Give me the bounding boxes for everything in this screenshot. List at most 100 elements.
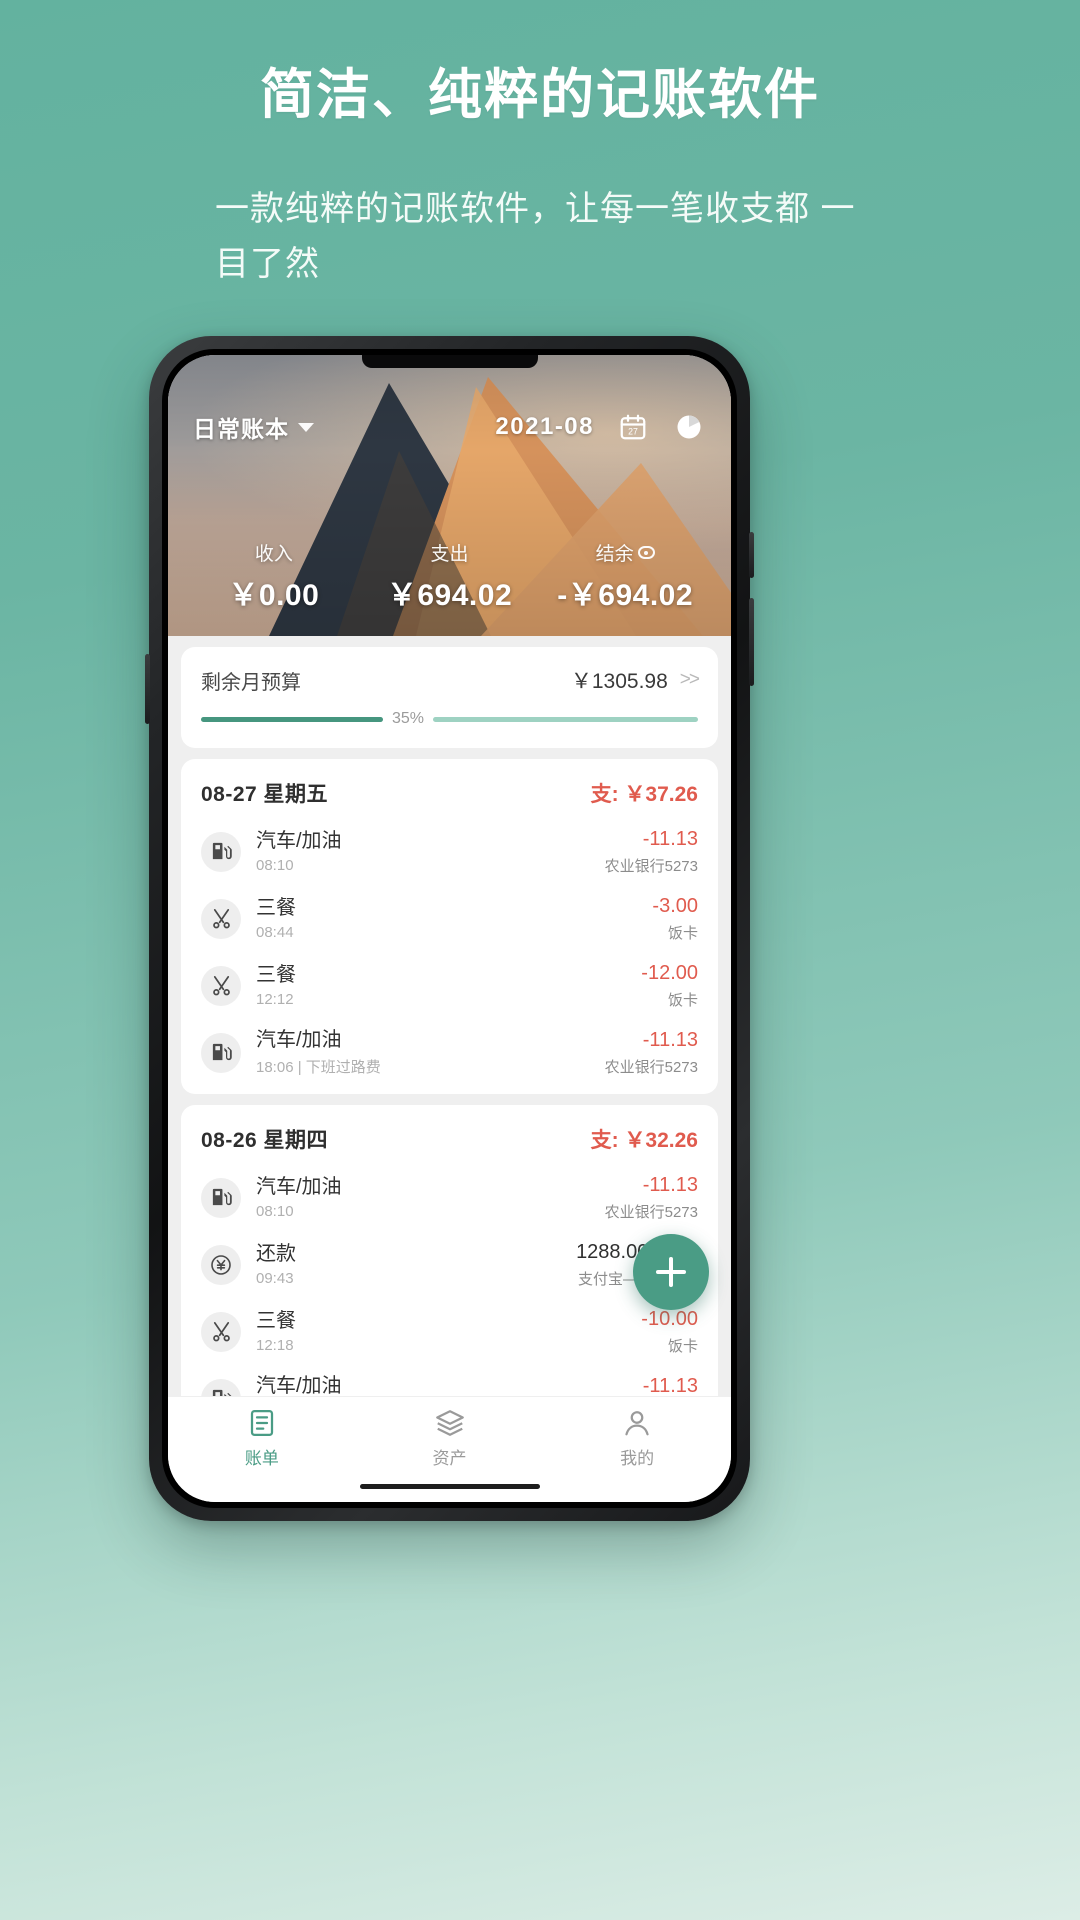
summary-balance-label-wrap: 结余 xyxy=(537,539,713,566)
summary-row: 收入 ￥0.00 支出 ￥694.02 结余 -￥694.02 xyxy=(168,539,731,614)
transaction-account: 饭卡 xyxy=(667,1338,698,1355)
volume-up-button[interactable] xyxy=(749,532,754,578)
day-header: 08-26 星期四 支: ￥32.26 xyxy=(181,1105,718,1164)
chevron-down-icon xyxy=(298,422,314,432)
transaction-row[interactable]: 汽车/加油 18:06 | 下班过路费 -11.13 农业银行5273 xyxy=(181,1019,718,1086)
summary-expense: 支出 ￥694.02 xyxy=(362,539,538,614)
summary-income: 收入 ￥0.00 xyxy=(186,539,362,614)
summary-balance: 结余 -￥694.02 xyxy=(537,539,713,614)
transaction-time: 08:44 xyxy=(256,924,294,941)
tab-assets-label: 资产 xyxy=(432,1449,467,1468)
year-month-label[interactable]: 2021-08 xyxy=(495,413,594,441)
tab-profile[interactable]: 我的 xyxy=(543,1408,731,1469)
transaction-category: 还款 xyxy=(256,1243,296,1265)
eye-toggle-icon[interactable] xyxy=(637,546,655,559)
chevron-right-icon[interactable]: >> xyxy=(680,669,700,691)
person-icon xyxy=(625,1411,649,1436)
power-button[interactable] xyxy=(749,598,754,686)
phone-bezel: 日常账本 2021-08 27 收入 ￥0.00 支出 ￥694.02 结余 -… xyxy=(162,349,737,1508)
calendar-27-icon[interactable]: 27 xyxy=(616,410,650,444)
budget-card[interactable]: 剩余月预算 ￥1305.98 >> 35% xyxy=(181,647,718,748)
phone-frame: 日常账本 2021-08 27 收入 ￥0.00 支出 ￥694.02 结余 -… xyxy=(145,336,754,1521)
bottom-navigation: 账单 资产 我的 xyxy=(168,1396,731,1502)
day-total: 支: ￥37.26 xyxy=(590,783,698,806)
transaction-time: 12:18 xyxy=(256,1337,294,1354)
transaction-row[interactable]: 三餐 12:12 -12.00 饭卡 xyxy=(181,952,718,1019)
transaction-note: 18:06 | 下班过路费 xyxy=(256,1059,381,1076)
layers-icon xyxy=(435,1410,464,1436)
ledger-selector[interactable]: 日常账本 xyxy=(193,410,314,444)
page-subtitle: 一款纯粹的记账软件，让每一笔收支都 一目了然 xyxy=(215,189,856,283)
fuel-pump-icon xyxy=(201,831,241,872)
day-total: 支: ￥32.26 xyxy=(590,1129,698,1152)
tab-assets[interactable]: 资产 xyxy=(356,1408,544,1469)
add-transaction-button[interactable] xyxy=(633,1234,709,1310)
transaction-account: 饭卡 xyxy=(667,992,698,1009)
transaction-account: 饭卡 xyxy=(667,925,698,942)
budget-progress-track xyxy=(433,716,698,722)
transaction-category: 汽车/加油 xyxy=(256,1375,342,1396)
phone-screen: 日常账本 2021-08 27 收入 ￥0.00 支出 ￥694.02 结余 -… xyxy=(168,355,731,1502)
transaction-category: 三餐 xyxy=(256,1310,296,1332)
fuel-pump-icon xyxy=(201,1177,241,1218)
transaction-amount: -10.00 xyxy=(641,1308,698,1330)
day-date: 08-26 星期四 xyxy=(201,1129,329,1152)
day-header: 08-27 星期五 支: ￥37.26 xyxy=(181,759,718,818)
content-scroll[interactable]: 剩余月预算 ￥1305.98 >> 35% 08-27 星期五 支: ￥37.2… xyxy=(168,636,731,1396)
transaction-category: 汽车/加油 xyxy=(256,1029,342,1051)
transaction-category: 三餐 xyxy=(256,964,296,986)
budget-progress-fill xyxy=(201,716,383,722)
day-date: 08-27 星期五 xyxy=(201,783,329,806)
transaction-time: 12:12 xyxy=(256,991,294,1008)
hero-banner: 日常账本 2021-08 27 收入 ￥0.00 支出 ￥694.02 结余 -… xyxy=(168,355,731,636)
transaction-amount: -11.13 xyxy=(642,1375,698,1396)
tab-bills-label: 账单 xyxy=(244,1449,279,1468)
bill-list-icon xyxy=(250,1410,273,1436)
page-title: 简洁、纯粹的记账软件 xyxy=(260,65,820,125)
transaction-amount: -3.00 xyxy=(652,895,698,917)
transaction-account: 农业银行5273 xyxy=(604,858,698,875)
tab-profile-label: 我的 xyxy=(620,1449,655,1468)
day-group: 08-27 星期五 支: ￥37.26 汽车/加油 08:10 -11.13 农… xyxy=(181,759,718,1094)
ledger-name: 日常账本 xyxy=(193,416,289,442)
transaction-amount: -12.00 xyxy=(641,962,698,984)
cutlery-icon xyxy=(201,965,241,1006)
transaction-row[interactable]: 三餐 08:44 -3.00 饭卡 xyxy=(181,885,718,952)
summary-expense-value: ￥694.02 xyxy=(386,579,513,612)
tab-bills[interactable]: 账单 xyxy=(168,1408,356,1469)
phone-mockup: 日常账本 2021-08 27 收入 ￥0.00 支出 ￥694.02 结余 -… xyxy=(145,336,754,1521)
transaction-row[interactable]: 汽车/加油 08:10 -11.13 农业银行5273 xyxy=(181,1164,718,1231)
cutlery-icon xyxy=(201,1311,241,1352)
summary-balance-value: -￥694.02 xyxy=(557,579,694,612)
promo-header: 简洁、纯粹的记账软件 一款纯粹的记账软件，让每一笔收支都 一目了然 xyxy=(0,0,1080,292)
summary-income-value: ￥0.00 xyxy=(228,579,320,612)
budget-percent-label: 35% xyxy=(392,710,425,727)
budget-progress: 35% xyxy=(201,710,698,728)
transaction-amount: -11.13 xyxy=(642,1174,698,1196)
app-header: 日常账本 2021-08 27 xyxy=(168,410,731,444)
home-indicator xyxy=(359,1484,540,1489)
transaction-time: 09:43 xyxy=(256,1270,294,1287)
day-group: 08-26 星期四 支: ￥32.26 汽车/加油 08:10 -11.13 农… xyxy=(181,1105,718,1396)
budget-amount: ￥1305.98 xyxy=(570,670,668,693)
transaction-row[interactable]: 汽车/加油 08:10 -11.13 农业银行5273 xyxy=(181,818,718,885)
transaction-category: 三餐 xyxy=(256,897,296,919)
summary-expense-label: 支出 xyxy=(430,544,469,565)
yen-circle-icon xyxy=(201,1244,241,1285)
pie-chart-icon[interactable] xyxy=(672,410,706,444)
transaction-category: 汽车/加油 xyxy=(256,1176,342,1198)
summary-balance-label: 结余 xyxy=(595,544,634,565)
fuel-pump-icon xyxy=(201,1378,241,1396)
transaction-time: 08:10 xyxy=(256,857,294,874)
transaction-amount: -11.13 xyxy=(642,1029,698,1051)
cutlery-icon xyxy=(201,898,241,939)
transaction-row[interactable]: 汽车/加油 18:06 | 下班过路费测试。。。。。。。。。。 -11.13 农… xyxy=(181,1365,718,1396)
left-side-button[interactable] xyxy=(145,654,150,724)
transaction-row[interactable]: 三餐 12:18 -10.00 饭卡 xyxy=(181,1298,718,1365)
fuel-pump-icon xyxy=(201,1032,241,1073)
summary-income-label: 收入 xyxy=(254,544,293,565)
transaction-account: 农业银行5273 xyxy=(604,1204,698,1221)
notch xyxy=(361,355,538,368)
transaction-amount: -11.13 xyxy=(642,828,698,850)
transaction-account: 农业银行5273 xyxy=(604,1059,698,1076)
